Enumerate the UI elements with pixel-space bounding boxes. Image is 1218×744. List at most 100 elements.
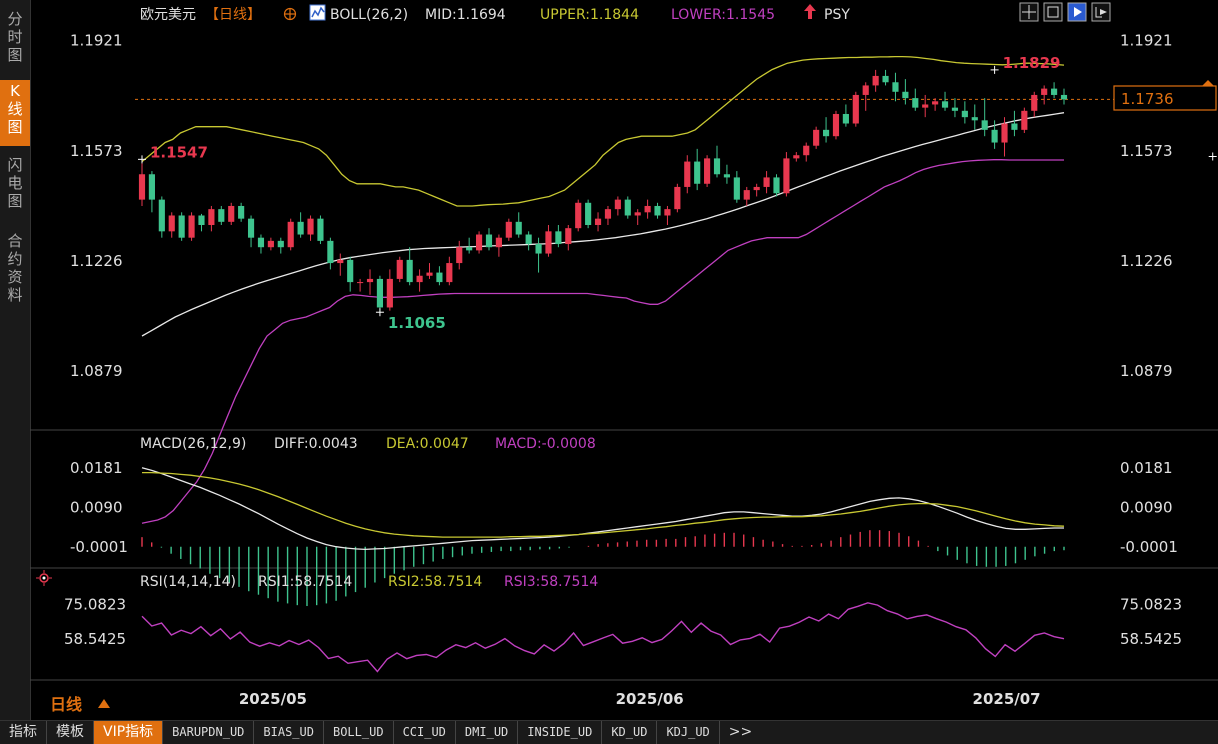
candle-body — [733, 177, 740, 200]
price-tick-left: 1.1573 — [70, 142, 123, 160]
rsi3-label: RSI3:58.7514 — [504, 574, 598, 590]
macd-diff-line — [141, 467, 1064, 551]
indicator-chart-icon[interactable] — [309, 4, 326, 21]
macd-diff-label: DIFF:0.0043 — [274, 436, 358, 452]
indicator-tab[interactable]: CCI_UD — [394, 721, 456, 744]
candle-body — [981, 120, 988, 130]
candle-body — [713, 158, 721, 175]
indicator-tab[interactable]: KD_UD — [602, 721, 658, 744]
indicator-tab[interactable]: BIAS_UD — [254, 721, 324, 744]
candle-body — [545, 231, 552, 254]
candle-body — [317, 218, 324, 241]
exit-icon[interactable] — [1091, 2, 1111, 22]
candle-body — [991, 129, 998, 143]
tab-contract-info[interactable]: 合约资料 — [0, 230, 30, 316]
candle-body — [852, 94, 859, 124]
current-price-marker: 1.1736 — [1113, 80, 1217, 111]
layout-icon[interactable] — [1043, 2, 1063, 22]
candle-body — [1031, 94, 1038, 111]
indicator-tab[interactable]: 模板 — [47, 721, 94, 744]
macd-value-label: MACD:-0.0008 — [495, 436, 596, 452]
tab-time-sharing[interactable]: 分时图 — [0, 8, 30, 70]
macd-tick-left: -0.0001 — [70, 538, 128, 556]
boll-bands — [141, 55, 1065, 524]
crosshair-icon[interactable] — [1019, 2, 1039, 22]
indicator-tab[interactable]: BARUPDN_UD — [163, 721, 255, 744]
candle-body — [1051, 88, 1058, 95]
candle-body — [525, 234, 532, 245]
boll-upper-line — [141, 55, 1065, 207]
left-tab-bar: 分时图 K线图 闪电图 合约资料 — [0, 0, 31, 720]
candle-body — [822, 129, 830, 137]
boll-lower-line — [141, 159, 1064, 524]
price-tick-left: 1.1921 — [70, 32, 123, 50]
extreme-label: 1.1065 — [388, 314, 446, 332]
extreme-label: 1.1547 — [150, 143, 208, 161]
candle-body — [674, 186, 681, 210]
candle-body — [971, 117, 978, 121]
boll-mid-line — [141, 112, 1065, 337]
candle-body — [832, 113, 840, 137]
indicator-tab[interactable]: INSIDE_UD — [518, 721, 603, 744]
candle-body — [624, 199, 631, 216]
candle-body — [297, 221, 304, 235]
candle-body — [426, 272, 433, 276]
macd-tick-right: -0.0001 — [1120, 538, 1178, 556]
candle-body — [376, 278, 384, 308]
candle-body — [247, 218, 255, 238]
tab-lightning-chart[interactable]: 闪电图 — [0, 154, 30, 220]
candle-body — [694, 161, 701, 184]
price-tick-right: 1.1921 — [1120, 32, 1173, 50]
macd-dea-line — [142, 471, 1065, 538]
candle-body — [406, 259, 413, 283]
candle-body — [862, 85, 869, 95]
date-label: 2025/07 — [973, 690, 1041, 708]
indicator-tab[interactable]: KDJ_UD — [657, 721, 720, 744]
current-price-label: 1.1736 — [1121, 90, 1174, 108]
add-target-icon[interactable] — [283, 7, 297, 21]
psy-label[interactable]: PSY — [824, 7, 850, 23]
candle-body — [941, 101, 949, 108]
candle-body — [902, 91, 909, 99]
candle-body — [634, 212, 641, 216]
indicator-tab-bar: 指标 模板 VIP指标 BARUPDN_UD BIAS_UD BOLL_UD CCI_UD D… — [0, 720, 1218, 744]
candle-body — [961, 110, 968, 118]
candle-body — [485, 234, 493, 248]
play-icon[interactable] — [1067, 2, 1087, 22]
date-label: 2025/05 — [239, 690, 307, 708]
tab-kline[interactable]: K线图 — [0, 80, 30, 146]
indicator-tab[interactable]: >> — [720, 721, 761, 744]
candle-body — [842, 113, 849, 124]
boll-upper: UPPER:1.1844 — [540, 7, 639, 23]
rsi-tick-left: 58.5425 — [64, 630, 126, 648]
indicator-tab[interactable]: BOLL_UD — [324, 721, 394, 744]
candle-body — [466, 247, 473, 251]
macd-title: MACD(26,12,9) — [140, 436, 246, 452]
period-caret-icon[interactable] — [98, 699, 110, 708]
price-tick-right: 1.1573 — [1120, 142, 1173, 160]
candle-body — [1011, 123, 1018, 130]
candle-body — [882, 75, 889, 83]
date-label: 2025/06 — [616, 690, 684, 708]
candle-body — [951, 107, 959, 111]
candle-body — [793, 155, 800, 159]
candle-body — [148, 174, 155, 200]
chart-grid — [30, 98, 1218, 681]
macd-tick-right: 0.0090 — [1120, 499, 1173, 517]
boll-label: BOLL(26,2) — [330, 7, 408, 23]
indicator-tab[interactable]: VIP指标 — [94, 721, 164, 744]
candle-body — [644, 205, 651, 213]
candle-body — [257, 237, 265, 248]
price-tick-right: 1.0879 — [1120, 362, 1173, 380]
rsi-tick-right: 75.0823 — [1120, 595, 1182, 613]
price-chart-area[interactable]: 1.15471.10651.18291.1556 1.19211.19211.1… — [30, 0, 1218, 720]
candle-body — [763, 177, 770, 187]
indicator-tab[interactable]: DMI_UD — [456, 721, 519, 744]
settings-icon[interactable] — [36, 570, 52, 586]
candle-body — [277, 240, 284, 248]
indicator-tab[interactable]: 指标 — [0, 721, 47, 744]
candle-body — [416, 275, 423, 283]
candle-body — [366, 278, 374, 283]
candle-body — [218, 209, 225, 222]
period-selector[interactable]: 日线 — [50, 695, 82, 714]
